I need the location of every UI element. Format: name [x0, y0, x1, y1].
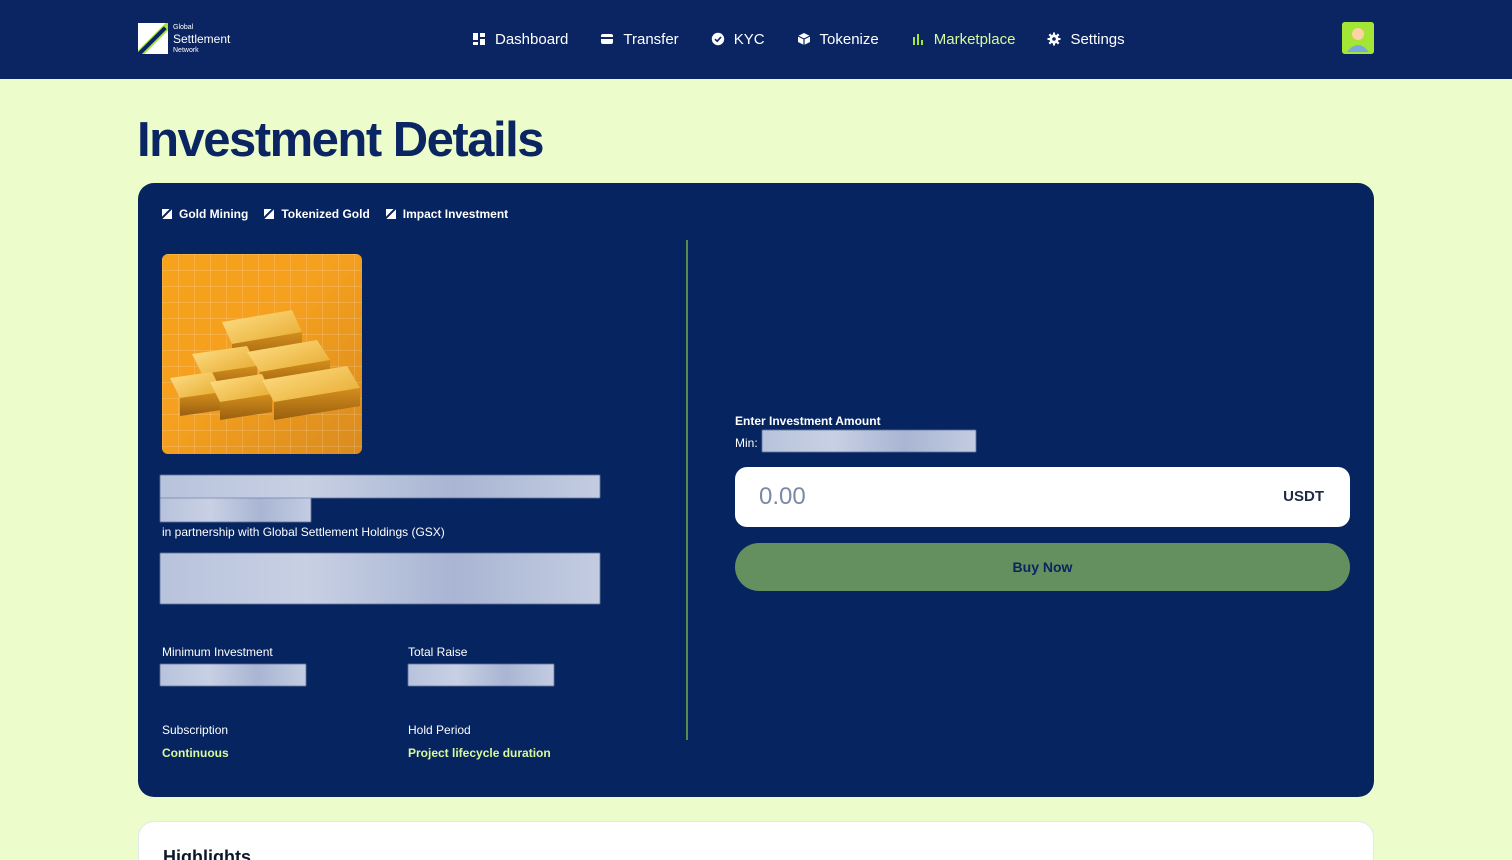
- cube-icon: [797, 32, 811, 46]
- nav-item-label: Dashboard: [495, 30, 569, 48]
- nav-item-transfer[interactable]: Transfer: [600, 30, 679, 48]
- tag-gold-mining: Gold Mining: [162, 207, 248, 221]
- min-amount-label: Min:: [735, 436, 758, 450]
- top-navigation-bar: Global Settlement Network Dashboard Tran…: [0, 0, 1512, 79]
- main-nav: Dashboard Transfer KYC Tokenize Marketpl…: [472, 28, 1157, 50]
- hold-period-label: Hold Period: [408, 723, 471, 737]
- nav-item-tokenize[interactable]: Tokenize: [797, 31, 879, 48]
- total-raise-label: Total Raise: [408, 645, 468, 659]
- investment-amount-input[interactable]: [759, 481, 1239, 513]
- hold-period-value: Project lifecycle duration: [408, 746, 551, 760]
- logo-text-bottom: Network: [173, 46, 199, 54]
- redacted-title: [160, 475, 600, 498]
- tag-tokenized-gold: Tokenized Gold: [264, 207, 370, 221]
- tag-label: Gold Mining: [179, 207, 249, 221]
- tag-icon: [162, 209, 172, 219]
- nav-item-label: Tokenize: [819, 30, 879, 48]
- tag-icon: [264, 209, 275, 219]
- dashboard-icon: [472, 32, 486, 46]
- logo-text-main: Settlement: [173, 31, 231, 46]
- redacted-min-amount-value: [762, 430, 976, 452]
- card-icon: [600, 32, 614, 46]
- gold-bars-icon: [162, 254, 362, 454]
- nav-item-settings[interactable]: Settings: [1047, 30, 1125, 48]
- verified-badge-icon: [711, 32, 725, 46]
- investment-amount-field[interactable]: USDT: [735, 467, 1350, 527]
- nav-item-label: Settings: [1070, 30, 1125, 48]
- nav-item-label: Marketplace: [933, 30, 1016, 48]
- nav-item-marketplace[interactable]: Marketplace: [911, 30, 1016, 48]
- page-title: Investment Details: [137, 113, 545, 167]
- highlights-card: Highlights: [138, 821, 1374, 860]
- column-divider: [686, 240, 688, 740]
- subscription-label: Subscription: [162, 723, 229, 737]
- redacted-title-line-2: [160, 498, 311, 522]
- gear-icon: [1047, 32, 1061, 46]
- nav-item-kyc[interactable]: KYC: [711, 31, 765, 48]
- redacted-total-raise-value: [408, 664, 554, 686]
- redacted-description: [160, 553, 600, 604]
- logo-text: Global Settlement Network: [173, 24, 230, 54]
- highlights-title: Highlights: [163, 847, 251, 860]
- currency-label: USDT: [1283, 488, 1324, 505]
- subscription-value: Continuous: [162, 746, 229, 760]
- bar-chart-icon: [911, 32, 925, 46]
- user-avatar-icon[interactable]: [1342, 22, 1374, 54]
- min-investment-label: Minimum Investment: [162, 645, 273, 659]
- nav-item-label: Transfer: [623, 30, 679, 48]
- buy-now-button[interactable]: Buy Now: [735, 543, 1350, 591]
- tag-impact-investment: Impact Investment: [385, 207, 509, 221]
- tag-label: Impact Investment: [402, 207, 509, 221]
- tag-icon: [385, 209, 396, 219]
- partner-text: in partnership with Global Settlement Ho…: [162, 525, 445, 539]
- investment-details-card: Gold Mining Tokenized Gold Impact Invest…: [138, 183, 1374, 797]
- redacted-min-investment-value: [160, 664, 306, 686]
- tag-label: Tokenized Gold: [281, 207, 370, 221]
- logo-text-top: Global: [173, 23, 194, 31]
- nav-item-dashboard[interactable]: Dashboard: [472, 31, 568, 48]
- logo-mark-icon: [138, 23, 168, 54]
- investment-amount-label: Enter Investment Amount: [735, 414, 881, 428]
- nav-item-label: KYC: [733, 30, 765, 48]
- logo[interactable]: Global Settlement Network: [138, 23, 230, 54]
- tag-list: Gold Mining Tokenized Gold Impact Invest…: [162, 207, 524, 221]
